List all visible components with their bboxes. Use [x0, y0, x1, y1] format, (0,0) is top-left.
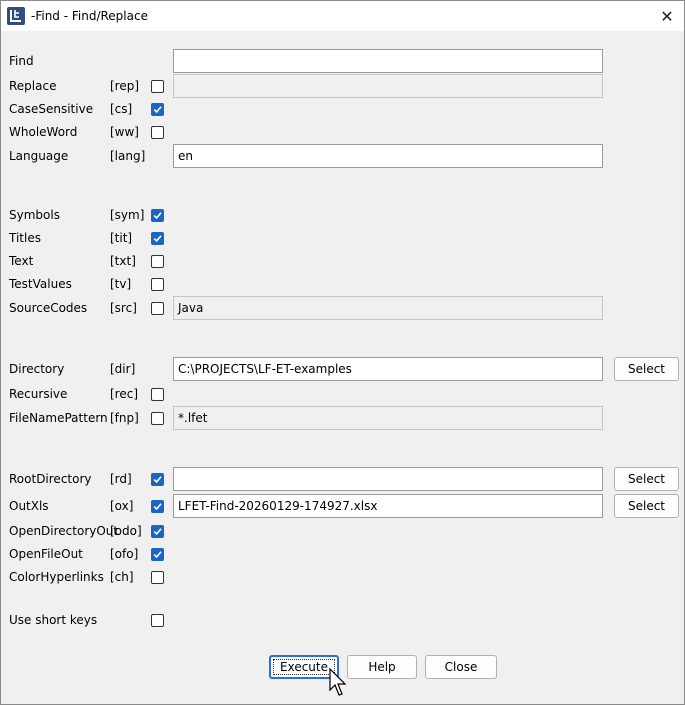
checkmark-icon [153, 235, 162, 243]
select-button-ox[interactable]: Select [614, 494, 679, 518]
checkbox-replace[interactable] [151, 80, 164, 93]
key-lang: [lang] [110, 149, 146, 163]
key-rd: [rd] [110, 472, 132, 486]
input-src[interactable]: Java [173, 296, 603, 320]
checkbox-ox[interactable] [151, 500, 164, 513]
input-find[interactable] [173, 49, 603, 73]
key-tit: [tit] [110, 231, 133, 245]
label-txt: Text [9, 254, 34, 268]
checkbox-cs[interactable] [151, 103, 164, 116]
window-title: -Find - Find/Replace [31, 9, 148, 23]
help-button[interactable]: Help [347, 655, 417, 679]
checkmark-icon [153, 503, 162, 511]
label-find: Find [9, 54, 34, 68]
key-rec: [rec] [110, 387, 139, 401]
input-rd[interactable] [173, 467, 603, 491]
checkbox-ofo[interactable] [151, 548, 164, 561]
checkbox-rd[interactable] [151, 473, 164, 486]
checkbox-ww[interactable] [151, 126, 164, 139]
key-ofo: [ofo] [110, 547, 139, 561]
key-cs: [cs] [110, 102, 133, 116]
checkbox-src[interactable] [151, 302, 164, 315]
find-replace-dialog: -Find - Find/Replace ✕ Find Replace [rep] C… [0, 0, 685, 705]
checkmark-icon [153, 528, 162, 536]
key-dir: [dir] [110, 362, 136, 376]
label-cs: CaseSensitive [9, 102, 94, 116]
checkmark-icon [153, 476, 162, 484]
label-src: SourceCodes [9, 301, 88, 315]
checkbox-odo[interactable] [151, 525, 164, 538]
checkmark-icon [153, 551, 162, 559]
input-dir[interactable]: C:\PROJECTS\LF-ET-examples [173, 357, 603, 381]
key-odo: [odo] [110, 524, 142, 538]
label-rd: RootDirectory [9, 472, 92, 486]
checkbox-sym[interactable] [151, 209, 164, 222]
mouse-pointer-icon [329, 668, 346, 696]
label-replace: Replace [9, 79, 57, 93]
select-button-dir[interactable]: Select [614, 357, 679, 381]
label-ww: WholeWord [9, 125, 78, 139]
label-dir: Directory [9, 362, 65, 376]
label-sym: Symbols [9, 208, 60, 222]
label-tit: Titles [9, 231, 41, 245]
key-ox: [ox] [110, 499, 134, 513]
key-ch: [ch] [110, 570, 134, 584]
label-tv: TestValues [9, 277, 72, 291]
label-rec: Recursive [9, 387, 68, 401]
checkmark-icon [153, 106, 162, 114]
key-replace: [rep] [110, 79, 140, 93]
input-fnp[interactable]: *.lfet [173, 406, 603, 430]
label-fnp: FileNamePattern [9, 411, 108, 425]
select-button-rd[interactable]: Select [614, 467, 679, 491]
checkbox-short[interactable] [151, 614, 164, 627]
key-txt: [txt] [110, 254, 136, 268]
checkbox-fnp[interactable] [151, 412, 164, 425]
lf-logo-icon [7, 7, 25, 25]
label-ofo: OpenFileOut [9, 547, 83, 561]
close-icon[interactable]: ✕ [656, 5, 678, 27]
input-ox[interactable]: LFET-Find-20260129-174927.xlsx [173, 494, 603, 518]
label-lang: Language [9, 149, 69, 163]
key-tv: [tv] [110, 277, 132, 291]
checkbox-tit[interactable] [151, 232, 164, 245]
input-replace[interactable] [173, 74, 603, 98]
key-fnp: [fnp] [110, 411, 139, 425]
checkbox-rec[interactable] [151, 388, 164, 401]
label-ox: OutXls [9, 499, 49, 513]
title-bar: -Find - Find/Replace ✕ [1, 1, 684, 31]
key-sym: [sym] [110, 208, 145, 222]
checkmark-icon [153, 212, 162, 220]
checkbox-txt[interactable] [151, 255, 164, 268]
key-ww: [ww] [110, 125, 139, 139]
label-short: Use short keys [9, 613, 98, 627]
key-src: [src] [110, 301, 137, 315]
close-button[interactable]: Close [425, 655, 497, 679]
label-odo: OpenDirectoryOut [9, 524, 119, 538]
checkbox-tv[interactable] [151, 278, 164, 291]
input-lang[interactable]: en [173, 144, 603, 168]
checkbox-ch[interactable] [151, 571, 164, 584]
label-ch: ColorHyperlinks [9, 570, 104, 584]
